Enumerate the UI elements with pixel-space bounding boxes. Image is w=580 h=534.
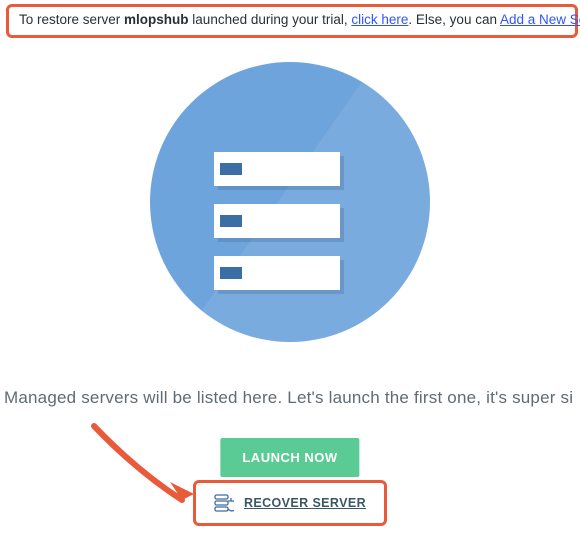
recover-server-button[interactable]: RECOVER SERVER: [193, 480, 387, 526]
recover-server-label: RECOVER SERVER: [244, 496, 366, 510]
servers-illustration: [150, 62, 430, 342]
server-recover-icon: [214, 494, 234, 512]
notice-server-name: mlopshub: [124, 12, 189, 27]
add-new-server-link[interactable]: Add a New Server: [500, 12, 580, 27]
notice-text-prefix: To restore server: [19, 12, 124, 27]
server-row-icon: [214, 204, 340, 238]
restore-click-here-link[interactable]: click here: [351, 12, 408, 27]
annotation-arrow-icon: [86, 420, 206, 530]
notice-text-mid2: . Else, you can: [408, 12, 500, 27]
notice-text-mid1: launched during your trial,: [189, 12, 352, 27]
server-row-icon: [214, 152, 340, 186]
launch-now-button[interactable]: LAUNCH NOW: [220, 438, 359, 477]
server-row-icon: [214, 256, 340, 290]
restore-notice: To restore server mlopshub launched duri…: [6, 4, 578, 38]
empty-state-description: Managed servers will be listed here. Let…: [0, 388, 580, 408]
